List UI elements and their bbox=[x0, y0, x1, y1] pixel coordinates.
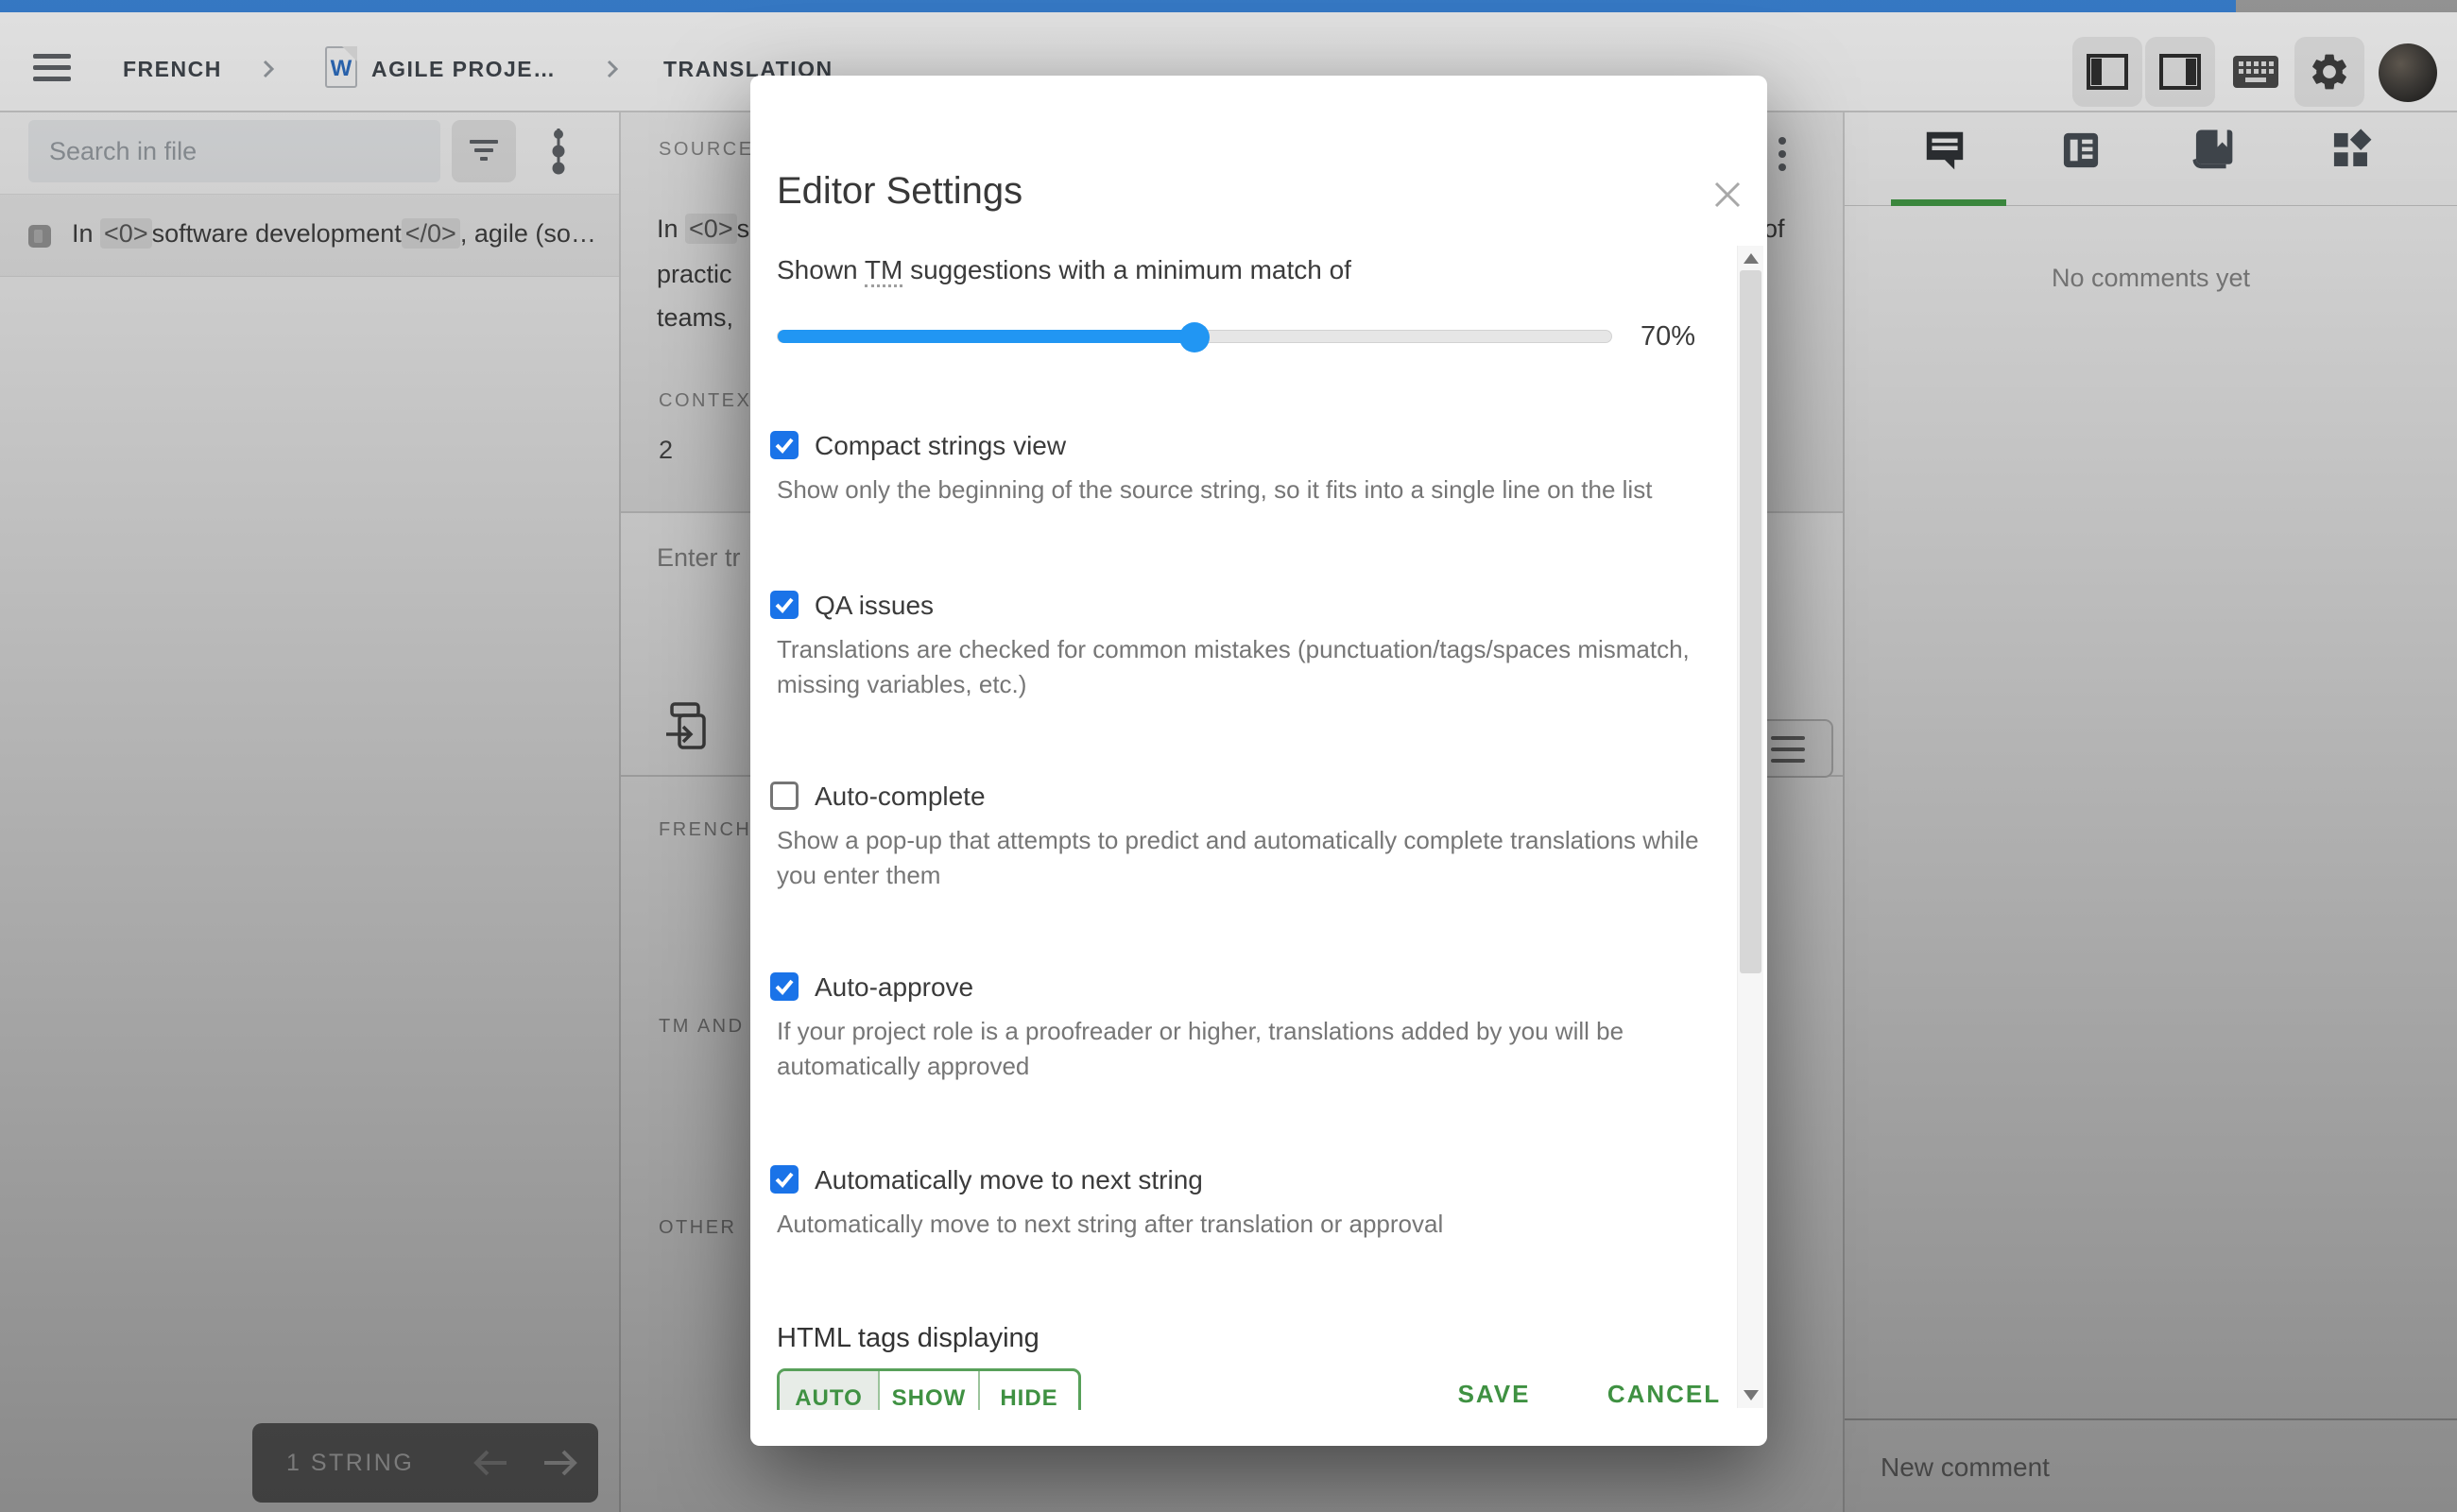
modal-title: Editor Settings bbox=[777, 168, 1022, 214]
checkbox[interactable] bbox=[770, 431, 799, 459]
checkbox[interactable] bbox=[770, 782, 799, 810]
close-icon[interactable] bbox=[1707, 174, 1748, 215]
cancel-button[interactable]: CANCEL bbox=[1593, 1368, 1735, 1419]
html-tags-heading: HTML tags displaying bbox=[777, 1323, 1040, 1354]
scrollbar-thumb[interactable] bbox=[1740, 270, 1761, 973]
slider-value: 70% bbox=[1641, 318, 1695, 355]
slider-thumb[interactable] bbox=[1179, 322, 1210, 352]
checkbox[interactable] bbox=[770, 972, 799, 1001]
editor-settings-modal: Editor Settings Shown TM suggestions wit… bbox=[750, 76, 1767, 1446]
tm-slider-label: Shown TM suggestions with a minimum matc… bbox=[777, 255, 1351, 285]
modal-footer: SAVE CANCEL bbox=[750, 1368, 1767, 1419]
modal-scroll-area: Shown TM suggestions with a minimum matc… bbox=[750, 236, 1737, 1410]
scroll-up-icon[interactable] bbox=[1744, 253, 1759, 264]
setting-description: Show only the beginning of the source st… bbox=[777, 472, 1731, 507]
tm-abbreviation: TM bbox=[865, 255, 902, 287]
tm-match-slider[interactable] bbox=[777, 330, 1612, 343]
setting-description: Translations are checked for common mist… bbox=[777, 632, 1731, 702]
app-root: FRENCH W AGILE PROJE… TRANSLATION bbox=[0, 0, 2457, 1512]
modal-scrollbar[interactable] bbox=[1737, 246, 1763, 1408]
setting-description: Automatically move to next string after … bbox=[777, 1207, 1731, 1242]
slider-fill bbox=[778, 330, 1194, 343]
setting-description: If your project role is a proofreader or… bbox=[777, 1014, 1731, 1084]
setting-description: Show a pop-up that attempts to predict a… bbox=[777, 823, 1731, 893]
checkbox[interactable] bbox=[770, 1165, 799, 1194]
save-button[interactable]: SAVE bbox=[1437, 1368, 1551, 1419]
checkbox[interactable] bbox=[770, 591, 799, 619]
